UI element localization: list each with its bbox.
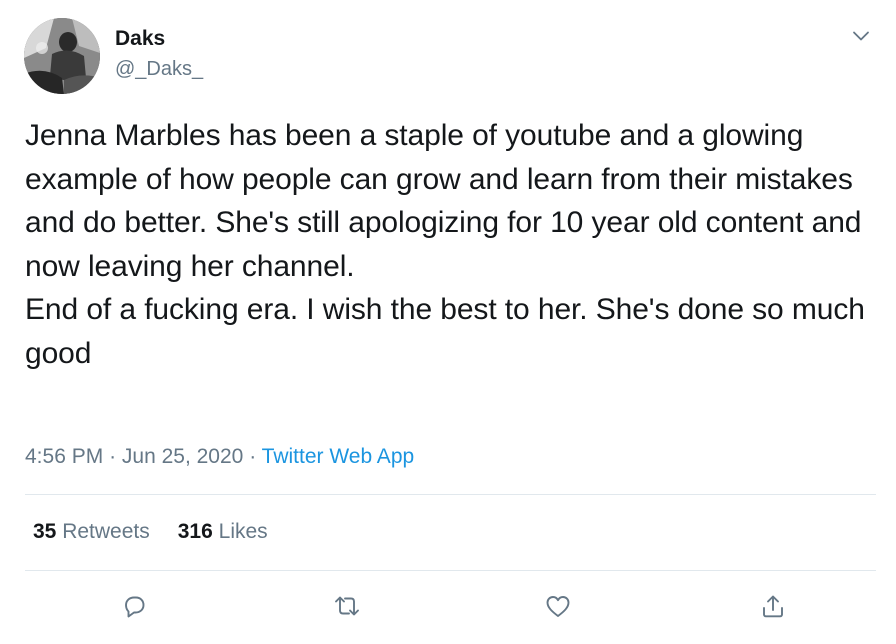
- tweet-card: Daks @_Daks_ Jenna Marbles has been a st…: [0, 0, 896, 644]
- author-name[interactable]: Daks: [115, 26, 165, 52]
- tweet-time[interactable]: 4:56 PM: [25, 445, 103, 468]
- share-icon[interactable]: [756, 589, 790, 623]
- reply-icon[interactable]: [117, 589, 151, 623]
- retweets-stat[interactable]: 35 Retweets: [33, 518, 150, 546]
- chevron-down-icon[interactable]: [850, 25, 872, 47]
- tweet-meta: 4:56 PM · Jun 25, 2020 · Twitter Web App: [25, 443, 414, 471]
- tweet-source-link[interactable]: Twitter Web App: [262, 445, 415, 468]
- likes-count: 316: [177, 520, 213, 543]
- divider: [25, 494, 876, 495]
- likes-label: Likes: [218, 520, 268, 543]
- divider: [25, 570, 876, 571]
- tweet-date[interactable]: Jun 25, 2020: [122, 445, 243, 468]
- retweet-icon[interactable]: [330, 589, 364, 623]
- avatar[interactable]: [24, 18, 100, 94]
- retweets-count: 35: [33, 520, 57, 543]
- tweet-text: Jenna Marbles has been a staple of youtu…: [25, 119, 865, 370]
- action-bar: [0, 589, 896, 625]
- likes-stat[interactable]: 316 Likes: [178, 518, 268, 546]
- retweets-label: Retweets: [62, 520, 150, 543]
- meta-separator: ·: [109, 445, 117, 468]
- heart-icon[interactable]: [541, 589, 575, 623]
- meta-separator: ·: [249, 445, 257, 468]
- author-handle[interactable]: @_Daks_: [115, 56, 203, 82]
- tweet-stats: 35 Retweets 316 Likes: [33, 518, 268, 546]
